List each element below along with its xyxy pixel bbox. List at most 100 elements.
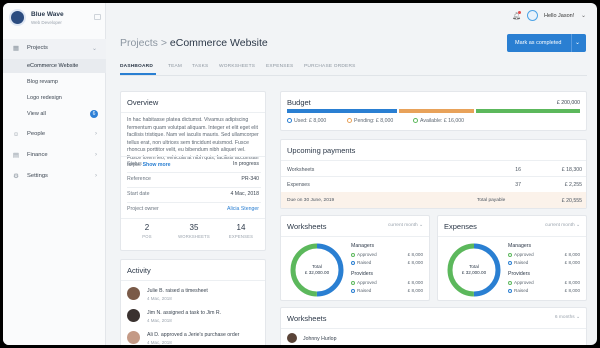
activity-item[interactable]: Ali D. approved a Jerie's purchase order… xyxy=(127,330,265,345)
detail-label: Start date xyxy=(127,191,150,197)
chevron-right-icon: › xyxy=(95,152,97,158)
logo xyxy=(9,9,26,26)
notification-dot xyxy=(518,11,521,14)
divider xyxy=(121,280,265,281)
detail-value: In progress xyxy=(233,161,259,167)
table-row[interactable]: Worksheets 16 £ 18,300 xyxy=(281,162,586,177)
row-name[interactable]: Johnny Hurlop xyxy=(303,336,336,342)
row-amount: £ 2,255 xyxy=(564,182,582,188)
table-row[interactable]: Expenses 37 £ 2,255 xyxy=(281,177,586,192)
count-badge: 6 xyxy=(90,110,98,118)
stat-label: WORKSHEETS xyxy=(178,234,210,239)
stat-number: 14 xyxy=(236,223,246,232)
item-value: £ 8,000 xyxy=(564,280,580,285)
period-value: 6 months xyxy=(554,315,575,320)
approved-dot-icon xyxy=(351,281,355,285)
period-dropdown[interactable]: 6 months ⌄ xyxy=(555,315,580,320)
item-value: £ 8,000 xyxy=(564,260,580,265)
divider xyxy=(121,218,265,219)
mark-completed-button[interactable]: Mark as completed ⌄ xyxy=(507,34,586,52)
approved-dot-icon xyxy=(351,253,355,257)
item-label: Approved xyxy=(357,252,377,257)
divider xyxy=(438,236,586,237)
total-amount: £ 20,555 xyxy=(561,198,582,204)
sidebar-subitem-logo[interactable]: Logo redesign xyxy=(3,91,106,105)
item-label: Raised xyxy=(357,288,372,293)
sidebar-subitem-blog[interactable]: Blog revamp xyxy=(3,75,106,89)
due-date: Due on 30 June, 2019 xyxy=(287,198,335,203)
tab-worksheets[interactable]: WORKSHEETS xyxy=(219,64,255,69)
brand[interactable]: Blue Wave Web Developer xyxy=(9,9,101,29)
period-dropdown[interactable]: current month ⌄ xyxy=(545,223,580,228)
legend-used: Used: £ 8,000 xyxy=(287,118,326,124)
activity-text: Julie B. raised a timesheet xyxy=(147,288,208,294)
breadcrumb-separator: > xyxy=(160,37,167,49)
activity-date: 4 Mac, 2018 xyxy=(147,340,172,345)
tab-expenses[interactable]: EXPENSES xyxy=(266,64,293,69)
activity-item[interactable]: Julie B. raised a timesheet 4 Mac, 2018 xyxy=(127,286,265,306)
row-count: 37 xyxy=(515,182,521,188)
project-owner-link[interactable]: Alicia Stenger xyxy=(227,206,259,212)
show-more-link[interactable]: Show more xyxy=(143,162,171,168)
sidebar-item-settings[interactable]: ⚙ Settings › xyxy=(3,167,106,187)
due-row: Due on 30 June, 2019 Total payable £ 20,… xyxy=(281,192,586,208)
gear-icon: ⚙ xyxy=(13,173,19,180)
row-count: 16 xyxy=(515,167,521,173)
activity-text: Ali D. approved a Jerie's purchase order xyxy=(147,332,240,338)
folder-icon: ▦ xyxy=(12,45,20,52)
divider xyxy=(121,156,265,157)
activity-text: Jim N. assigned a task to Jim R. xyxy=(147,310,222,316)
people-icon: ☺ xyxy=(12,131,20,138)
period-value: current month xyxy=(388,223,418,228)
upcoming-payments-card: Upcoming payments Worksheets 16 £ 18,300… xyxy=(280,139,587,209)
donut-total-value: £ 32,000.00 xyxy=(304,270,330,275)
app-window: Blue Wave Web Developer ▦ Projects ⌄ eCo… xyxy=(3,3,597,345)
activity-title: Activity xyxy=(127,266,151,275)
chevron-down-icon[interactable]: ⌄ xyxy=(581,12,586,19)
legend-pending: Pending: £ 8,000 xyxy=(347,118,393,124)
sidebar-subitem-ecommerce[interactable]: eCommerce Website xyxy=(3,59,106,73)
available-dot-icon xyxy=(413,118,418,123)
budget-card: Budget £ 200,000 Used: £ 8,000 Pending: … xyxy=(280,91,587,131)
item-label: Approved xyxy=(357,280,377,285)
stat-pos: 2 POS xyxy=(127,223,167,239)
tab-dashboard[interactable]: DASHBOARD xyxy=(120,64,153,69)
avatar xyxy=(127,287,140,300)
worksheets-list-card: Worksheets 6 months ⌄ Johnny Hurlop xyxy=(280,307,587,345)
tab-team[interactable]: TEAM xyxy=(168,64,182,69)
divider xyxy=(121,112,265,113)
legend-available: Available: £ 16,000 xyxy=(413,118,464,124)
finance-icon: ▤ xyxy=(12,152,20,159)
tab-tasks[interactable]: TASKS xyxy=(192,64,208,69)
budget-pending-bar xyxy=(399,109,474,113)
user-greeting[interactable]: Hello Jason! xyxy=(544,13,574,19)
period-dropdown[interactable]: current month ⌄ xyxy=(388,223,423,228)
divider xyxy=(127,172,261,173)
sidebar-item-projects[interactable]: ▦ Projects ⌄ xyxy=(3,39,106,59)
collapse-icon[interactable] xyxy=(94,14,101,20)
breadcrumb: Projects > eCommerce Website xyxy=(120,37,268,49)
row-label: Expenses xyxy=(287,182,310,188)
item-label: Raised xyxy=(357,260,372,265)
divider xyxy=(281,236,429,237)
breadcrumb-parent[interactable]: Projects xyxy=(120,37,158,49)
group-label: Providers xyxy=(508,271,530,277)
stat-worksheets: 35 WORKSHEETS xyxy=(174,223,214,239)
sidebar-subitem-view-all[interactable]: View all 6 xyxy=(3,107,106,121)
item-value: £ 8,000 xyxy=(407,260,423,265)
chevron-down-icon[interactable]: ⌄ xyxy=(575,39,580,46)
activity-card: Activity Julie B. raised a timesheet 4 M… xyxy=(120,259,266,345)
expenses-card: Expenses current month ⌄ Total £ 32,000.… xyxy=(437,215,587,301)
group-label: Managers xyxy=(351,243,375,249)
worksheets-card: Worksheets current month ⌄ Total £ 32,00… xyxy=(280,215,430,301)
tab-purchase-orders[interactable]: PURCHASE ORDERS xyxy=(304,64,356,69)
chevron-right-icon: › xyxy=(95,131,97,137)
activity-item[interactable]: Jim N. assigned a task to Jim R. 4 Mac, … xyxy=(127,308,265,328)
avatar[interactable] xyxy=(527,10,538,21)
used-dot-icon xyxy=(287,118,292,123)
detail-value: 4 Mac, 2018 xyxy=(230,191,259,197)
sidebar-item-people[interactable]: ☺ People › xyxy=(3,125,106,145)
sidebar-item-finance[interactable]: ▤ Finance › xyxy=(3,146,106,166)
tabs-divider xyxy=(120,75,587,76)
app-name: Blue Wave xyxy=(31,11,64,18)
